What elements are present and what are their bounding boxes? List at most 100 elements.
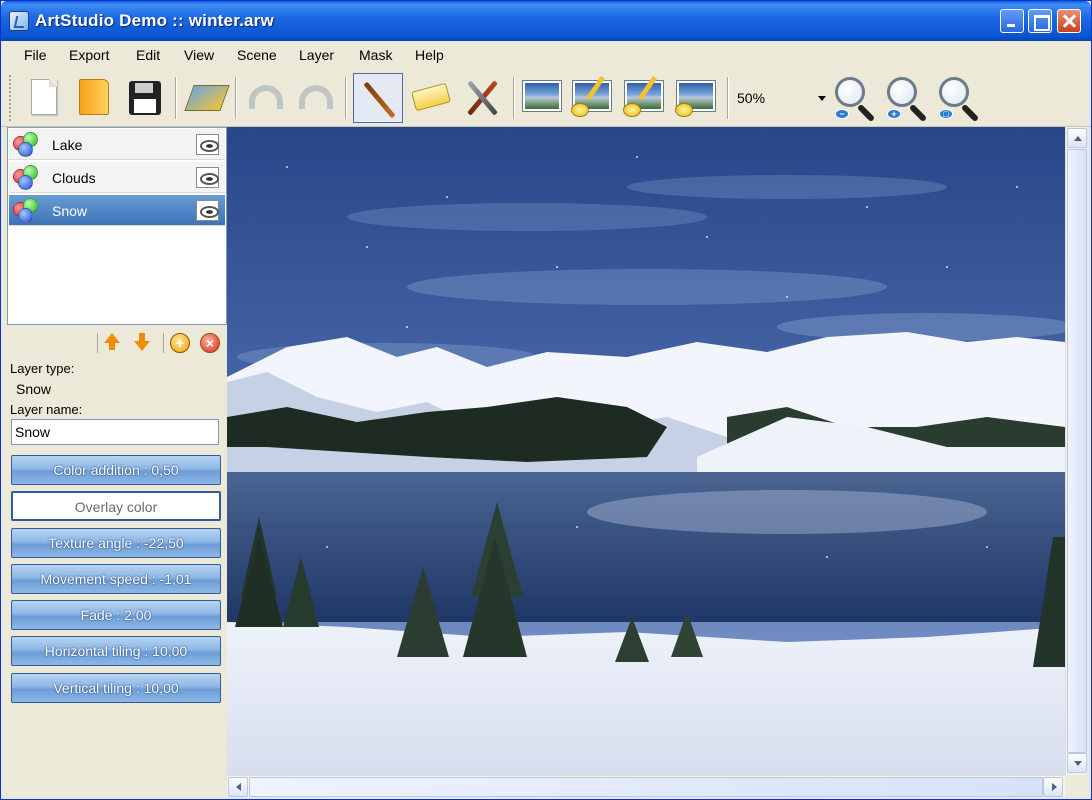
layer-list[interactable]: Lake Clouds Snow — [7, 127, 227, 325]
zoom-fit-button[interactable]: □ — [937, 75, 985, 123]
color-addition-button[interactable]: Color addition : 0,50 — [11, 455, 221, 485]
toolbar-separator — [513, 77, 515, 119]
save-button[interactable] — [119, 73, 169, 123]
scroll-down-button[interactable] — [1067, 753, 1087, 773]
menu-edit[interactable]: Edit — [136, 47, 160, 63]
chevron-down-icon[interactable] — [818, 96, 826, 101]
vertical-scrollbar[interactable] — [1065, 127, 1087, 775]
image-paint-button[interactable] — [619, 73, 669, 123]
layers-panel: Lake Clouds Snow + × Layer type: Snow La… — [7, 127, 227, 799]
undo-icon — [249, 85, 283, 109]
image-icon — [523, 81, 561, 111]
rgb-layer-icon — [12, 165, 40, 191]
new-button[interactable] — [17, 73, 67, 123]
delete-layer-icon[interactable]: × — [200, 333, 220, 353]
new-document-icon — [31, 79, 57, 115]
tools-button[interactable] — [457, 73, 507, 123]
maximize-button[interactable] — [1028, 9, 1052, 33]
layer-name: Lake — [52, 137, 83, 153]
layer-row-lake[interactable]: Lake — [9, 129, 225, 160]
zoom-value: 50% — [737, 90, 766, 106]
layer-actions: + × — [7, 327, 227, 357]
toolbar: 50% − + □ — [1, 69, 1091, 127]
image-fill-button[interactable] — [567, 73, 617, 123]
zoom-in-button[interactable]: + — [885, 75, 933, 123]
redo-button[interactable] — [291, 73, 341, 123]
scroll-left-button[interactable] — [228, 777, 248, 797]
image-canvas[interactable] — [227, 127, 1065, 775]
layer-type-value: Snow — [16, 381, 52, 397]
menu-export[interactable]: Export — [69, 47, 109, 63]
horizontal-scroll-thumb[interactable] — [249, 777, 1043, 797]
menu-scene[interactable]: Scene — [237, 47, 277, 63]
horizontal-tiling-button[interactable]: Horizontal tiling : 10,00 — [11, 636, 221, 666]
redo-icon — [299, 85, 333, 109]
zoom-out-icon: − — [835, 109, 849, 119]
magnifier-icon — [939, 77, 969, 107]
menu-help[interactable]: Help — [415, 47, 444, 63]
title-bar[interactable]: ArtStudio Demo :: winter.arw — [1, 1, 1091, 41]
zoom-select[interactable]: 50% — [734, 85, 830, 111]
toolbar-grip[interactable] — [9, 75, 12, 121]
eraser-icon — [411, 82, 451, 112]
winter-landscape-image — [227, 127, 1065, 775]
close-button[interactable] — [1057, 9, 1081, 33]
visibility-eye-icon[interactable] — [196, 200, 219, 221]
eraser-button[interactable] — [405, 73, 455, 123]
move-layer-up-icon[interactable] — [104, 333, 120, 350]
scroll-right-button[interactable] — [1043, 777, 1063, 797]
horizontal-scrollbar[interactable] — [227, 775, 1065, 797]
texture-angle-button[interactable]: Texture angle : -22,50 — [11, 528, 221, 558]
rgb-layer-icon — [12, 198, 40, 224]
coin-icon — [623, 103, 641, 117]
vertical-tiling-button[interactable]: Vertical tiling : 10,00 — [11, 673, 221, 703]
coin-icon — [571, 103, 589, 117]
add-layer-icon[interactable]: + — [170, 333, 190, 353]
open-button[interactable] — [69, 73, 119, 123]
menu-mask[interactable]: Mask — [359, 47, 392, 63]
visibility-eye-icon[interactable] — [196, 134, 219, 155]
minimize-button[interactable] — [1000, 9, 1024, 33]
visibility-eye-icon[interactable] — [196, 167, 219, 188]
rgb-layer-icon — [12, 132, 40, 158]
layer-name-label: Layer name: — [10, 402, 83, 417]
layers-button[interactable] — [181, 73, 231, 123]
coin-icon — [675, 103, 693, 117]
vertical-scroll-thumb[interactable] — [1067, 149, 1087, 753]
layers-icon — [184, 85, 230, 111]
zoom-in-icon: + — [887, 109, 901, 119]
menu-view[interactable]: View — [184, 47, 214, 63]
window-title: ArtStudio Demo :: winter.arw — [35, 11, 274, 30]
app-window: ArtStudio Demo :: winter.arw File Export… — [0, 0, 1092, 800]
layer-row-clouds[interactable]: Clouds — [9, 162, 225, 193]
toolbar-separator — [175, 77, 177, 119]
layer-name-input[interactable]: Snow — [11, 419, 219, 445]
open-folder-icon — [79, 79, 109, 115]
undo-button[interactable] — [241, 73, 291, 123]
toolbar-separator — [345, 77, 347, 119]
zoom-fit-icon: □ — [939, 109, 953, 119]
layer-type-label: Layer type: — [10, 361, 75, 376]
menu-layer[interactable]: Layer — [299, 47, 334, 63]
zoom-out-button[interactable]: − — [833, 75, 881, 123]
layer-row-snow[interactable]: Snow — [9, 195, 225, 226]
magnifier-icon — [835, 77, 865, 107]
brush-button[interactable] — [353, 73, 403, 123]
scrollbar-corner — [1065, 775, 1087, 797]
image-button[interactable] — [517, 73, 567, 123]
movement-speed-button[interactable]: Movement speed : -1,01 — [11, 564, 221, 594]
image-erase-button[interactable] — [671, 73, 721, 123]
fade-button[interactable]: Fade : 2,00 — [11, 600, 221, 630]
layer-name: Clouds — [52, 170, 96, 186]
save-floppy-icon — [129, 81, 161, 115]
layer-name: Snow — [52, 203, 88, 219]
toolbar-separator — [235, 77, 237, 119]
magnifier-icon — [887, 77, 917, 107]
menu-bar: File Export Edit View Scene Layer Mask H… — [1, 41, 1091, 69]
move-layer-down-icon[interactable] — [134, 333, 154, 353]
menu-file[interactable]: File — [24, 47, 47, 63]
scroll-up-button[interactable] — [1067, 128, 1087, 148]
app-icon[interactable] — [9, 11, 29, 31]
overlay-color-button[interactable]: Overlay color — [11, 491, 221, 521]
toolbar-separator — [727, 77, 729, 119]
